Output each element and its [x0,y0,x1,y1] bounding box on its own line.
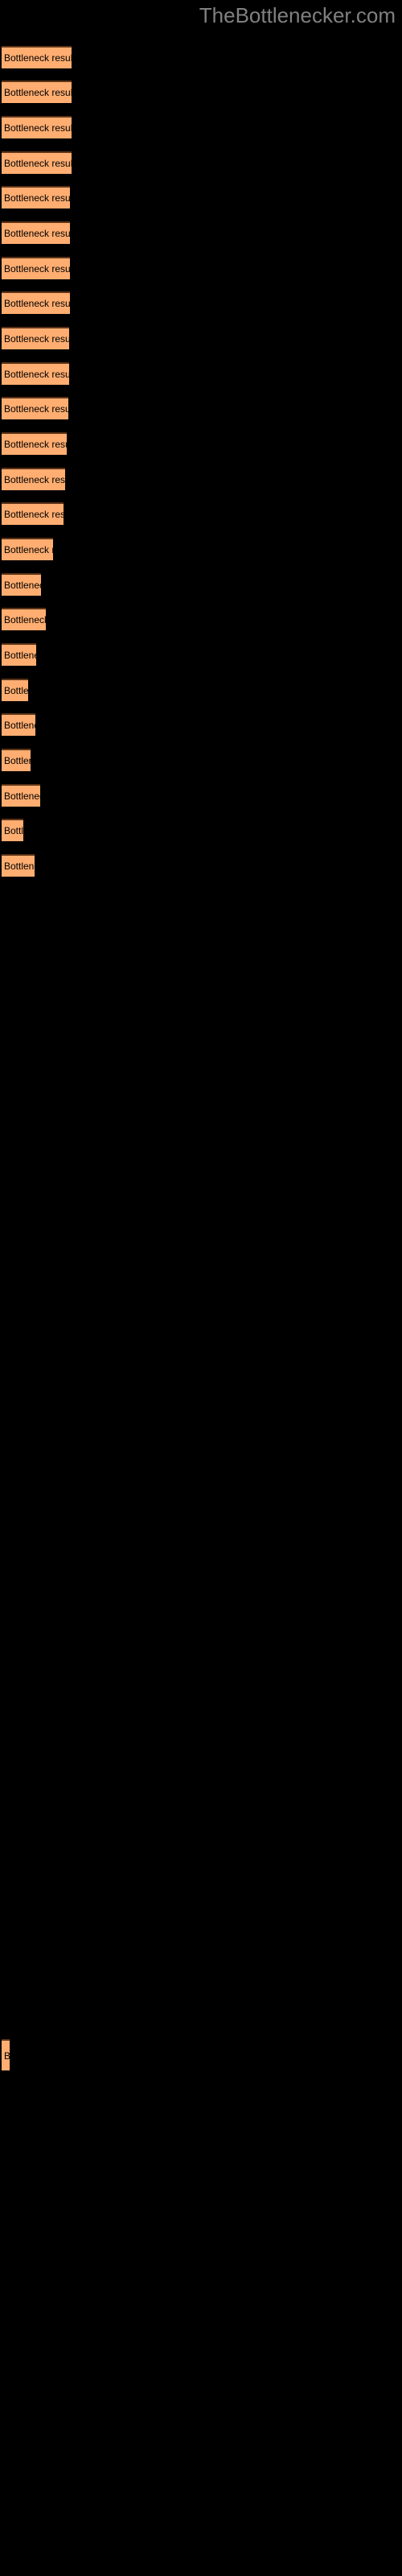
bar-19: Bottleneck result [2,679,28,701]
bar-label: Bottleneck result [4,685,28,696]
bar-label: Bottleneck result [4,369,69,380]
bar-24: Bottleneck result [2,854,35,877]
bar-21: Bottleneck result [2,749,31,771]
bar-25: Bottleneck result [2,2039,10,2070]
bar-2: Bottleneck result [2,80,72,103]
bar-5: Bottleneck result [2,186,70,208]
bar-label: Bottleneck result [4,614,46,625]
bar-1: Bottleneck result [2,46,72,68]
bar-16: Bottleneck result [2,573,41,596]
horizontal-bar-chart: Bottleneck result Bottleneck result Bottle… [0,0,402,2576]
bar-13: Bottleneck result [2,468,65,490]
bar-label: Bottleneck result [4,298,70,309]
bar-label: Bottleneck result [4,650,36,661]
bar-17: Bottleneck result [2,608,46,630]
bar-3: Bottleneck result [2,116,72,138]
bar-10: Bottleneck result [2,362,69,385]
bar-label: Bottleneck result [4,228,70,239]
bar-11: Bottleneck result [2,397,68,419]
bar-label: Bottleneck result [4,158,72,169]
bar-label: Bottleneck result [4,791,40,802]
bar-7: Bottleneck result [2,257,70,279]
bar-label: Bottleneck result [4,861,35,872]
bar-label: Bottleneck result [4,2050,10,2062]
bar-label: Bottleneck result [4,87,72,98]
bar-9: Bottleneck result [2,327,69,349]
bar-label: Bottleneck result [4,544,53,555]
bar-label: Bottleneck result [4,580,41,591]
bar-18: Bottleneck result [2,643,36,666]
bar-label: Bottleneck result [4,403,68,415]
bar-15: Bottleneck result [2,538,53,560]
bar-22: Bottleneck result [2,784,40,807]
bar-23: Bottleneck result [2,819,23,841]
bar-label: Bottleneck result [4,825,23,836]
bar-label: Bottleneck result [4,192,70,204]
bar-12: Bottleneck result [2,432,67,455]
bar-label: Bottleneck result [4,509,64,520]
bar-label: Bottleneck result [4,439,67,450]
bar-label: Bottleneck result [4,333,69,345]
bar-label: Bottleneck result [4,474,65,485]
bar-label: Bottleneck result [4,122,72,134]
bar-label: Bottleneck result [4,755,31,766]
bar-8: Bottleneck result [2,291,70,314]
bar-label: Bottleneck result [4,263,70,275]
bar-label: Bottleneck result [4,720,35,731]
bar-14: Bottleneck result [2,502,64,525]
bar-6: Bottleneck result [2,221,70,244]
bar-20: Bottleneck result [2,713,35,736]
bar-4: Bottleneck result [2,151,72,174]
bar-label: Bottleneck result [4,52,72,64]
